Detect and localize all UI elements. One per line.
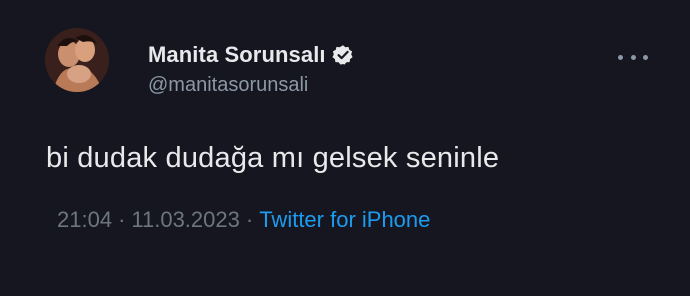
avatar-image — [45, 28, 109, 92]
author-header: Manita Sorunsalı @manitasorunsali — [148, 40, 354, 97]
author-handle[interactable]: @manitasorunsali — [148, 74, 354, 97]
tweet-date[interactable]: 11.03.2023 — [131, 207, 239, 232]
author-avatar[interactable] — [45, 28, 109, 92]
more-dots-icon — [630, 54, 636, 60]
tweet-meta: 21:04 · 11.03.2023 · Twitter for iPhone — [57, 207, 430, 233]
verified-badge-icon — [332, 44, 354, 66]
meta-separator: · — [245, 207, 254, 232]
more-dots-icon — [643, 54, 648, 60]
tweet-text: bi dudak dudağa mı gelsek seninle — [46, 142, 500, 174]
more-dots-icon — [618, 54, 623, 60]
tweet-source-link[interactable]: Twitter for iPhone — [259, 207, 430, 232]
author-display-name[interactable]: Manita Sorunsalı — [148, 42, 326, 68]
tweet-card: Manita Sorunsalı @manitasorunsali bi dud… — [0, 0, 690, 296]
meta-separator: · — [118, 207, 126, 232]
name-row: Manita Sorunsalı — [148, 40, 354, 70]
tweet-time[interactable]: 21:04 — [57, 207, 112, 232]
more-options-button[interactable] — [618, 48, 648, 66]
